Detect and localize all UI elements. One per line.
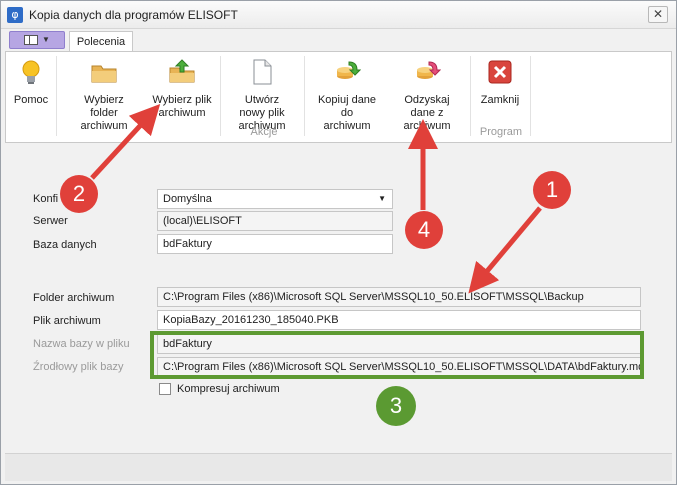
new-file-icon [253,59,272,85]
quick-access-menu-button[interactable]: ▼ [9,31,65,49]
annotation-3: 3 [376,386,416,426]
help-button-label: Pomoc [13,94,49,106]
config-value: Domyślna [163,193,212,205]
help-button[interactable]: Pomoc [8,54,54,124]
group-label-program: Program [479,126,523,138]
select-file-label: Wybierz plik archiwum [152,94,212,119]
ribbon-separator [470,56,471,136]
compress-label: Kompresuj archiwum [177,383,280,395]
server-label: Serwer [33,215,68,227]
archive-folder-field[interactable]: C:\Program Files (x86)\Microsoft SQL Ser… [157,287,641,307]
config-label: Konfi [33,193,59,205]
form-area: Konfi Domyślna ▼ Serwer (local)\ELISOFT … [5,147,672,447]
database-label: Baza danych [33,239,97,251]
source-db-file-field: C:\Program Files (x86)\Microsoft SQL Ser… [157,357,641,377]
window-title: Kopia danych dla programów ELISOFT [29,8,238,22]
db-name-in-file-field: bdFaktury [157,334,641,354]
group-label-akcje: Akcje [250,126,278,138]
annotation-4: 4 [405,211,443,249]
server-field[interactable]: (local)\ELISOFT [157,211,393,231]
close-app-button[interactable]: Zamknij [474,54,526,124]
ribbon-separator [56,56,57,136]
folder-icon [91,65,117,83]
config-dropdown[interactable]: Domyślna ▼ [157,189,393,209]
chevron-down-icon: ▼ [42,35,50,44]
source-db-file-label: Źrodłowy plik bazy [33,361,124,373]
archive-folder-label: Folder archiwum [33,292,115,304]
compress-checkbox[interactable] [159,383,171,395]
ribbon-tabs: ▼ Polecenia [1,29,676,52]
archive-file-field[interactable]: KopiaBazy_20161230_185040.PKB [157,310,641,330]
annotation-1: 1 [533,171,571,209]
app-logo-icon: φ [7,7,23,23]
copy-database-icon [337,61,361,79]
ribbon-separator [220,56,221,136]
close-red-icon [488,60,512,84]
backup-button[interactable]: Kopiuj dane do archiwum [308,54,386,132]
lightbulb-icon [22,60,40,84]
close-app-label: Zamknij [480,94,520,106]
panel-icon [24,35,38,45]
folder-up-icon [169,59,195,83]
restore-button[interactable]: Odzyskaj dane z archiwum [388,54,466,132]
chevron-down-icon: ▼ [378,194,386,203]
database-field[interactable]: bdFaktury [157,234,393,254]
title-bar: φ Kopia danych dla programów ELISOFT ✕ [1,1,676,29]
ribbon-separator [530,56,531,136]
select-file-button[interactable]: Wybierz plik archiwum [146,54,218,124]
db-name-in-file-label: Nazwa bazy w pliku [33,338,130,350]
status-bar [5,453,672,481]
annotation-2: 2 [60,175,98,213]
restore-database-icon [417,61,441,79]
window-close-button[interactable]: ✕ [648,6,668,23]
tab-polecenia[interactable]: Polecenia [69,31,133,52]
ribbon-panel: Pomoc Wybierz folder archiwum Wybierz pl… [5,51,672,143]
ribbon-separator [304,56,305,136]
create-file-button[interactable]: Utwórz nowy plik archiwum [224,54,300,132]
select-folder-button[interactable]: Wybierz folder archiwum [64,54,144,132]
archive-file-label: Plik archiwum [33,315,101,327]
app-window: φ Kopia danych dla programów ELISOFT ✕ ▼… [0,0,677,485]
